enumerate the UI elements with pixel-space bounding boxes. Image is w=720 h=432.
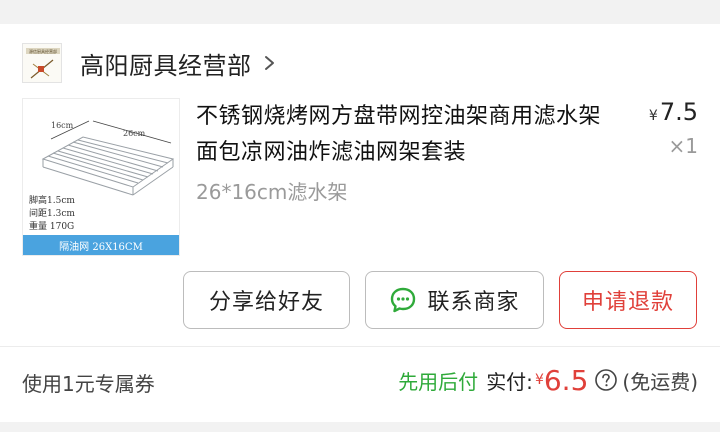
shipping-note: (免运费) [622,369,698,394]
shop-logo-text: 源信厨具经营部 [29,48,57,54]
chevron-right-icon[interactable] [262,51,278,75]
shop-logo[interactable]: 源信厨具经营部 [22,43,62,83]
dimension-length-label: 26cm [123,129,146,138]
paid-amount: 6.5 [543,363,589,397]
payment-summary: 先用后付 实付: ¥ 6.5 (免运费) [398,360,698,400]
paid-label: 实付: [486,369,533,394]
price-amount: 7.5 [659,98,698,126]
spec-line: 重量 170G [29,222,75,232]
spec-line: 脚高1.5cm [29,196,75,206]
spec-list: 脚高1.5cm 间距1.3cm 重量 170G [29,195,75,234]
refund-button[interactable]: 申请退款 [559,271,697,329]
product-price: ¥7.5 [649,98,698,126]
help-circle-icon[interactable] [594,368,618,392]
image-caption-bar: 隔油网 26X16CM [23,235,179,255]
shop-header[interactable]: 源信厨具经营部 高阳厨具经营部 [22,40,278,86]
coupon-link[interactable]: 使用1元专属券 [22,368,155,397]
pay-later-badge: 先用后付 [398,369,479,394]
shop-name[interactable]: 高阳厨具经营部 [80,46,252,81]
share-button[interactable]: 分享给好友 [183,271,350,329]
contact-seller-button[interactable]: 联系商家 [365,271,544,329]
paid-currency: ¥ [534,372,544,388]
product-quantity: ×1 [668,134,698,158]
order-item-card: 源信厨具经营部 高阳厨具经营部 16cm 26cm 脚高1.5cm 间距1.3c… [0,24,720,422]
price-currency: ¥ [648,108,658,124]
product-thumbnail[interactable]: 16cm 26cm 脚高1.5cm 间距1.3cm 重量 170G 隔油网 26… [22,98,180,256]
dimension-width-label: 16cm [51,121,74,130]
contact-seller-label: 联系商家 [427,290,520,315]
divider [0,346,720,347]
spec-line: 间距1.3cm [29,209,75,219]
product-variant: 26*16cm滤水架 [196,180,348,204]
chat-bubble-icon [391,287,416,313]
product-title[interactable]: 不锈钢烧烤网方盘带网控油架商用滤水架面包凉网油炸滤油网架套装 [196,99,616,171]
